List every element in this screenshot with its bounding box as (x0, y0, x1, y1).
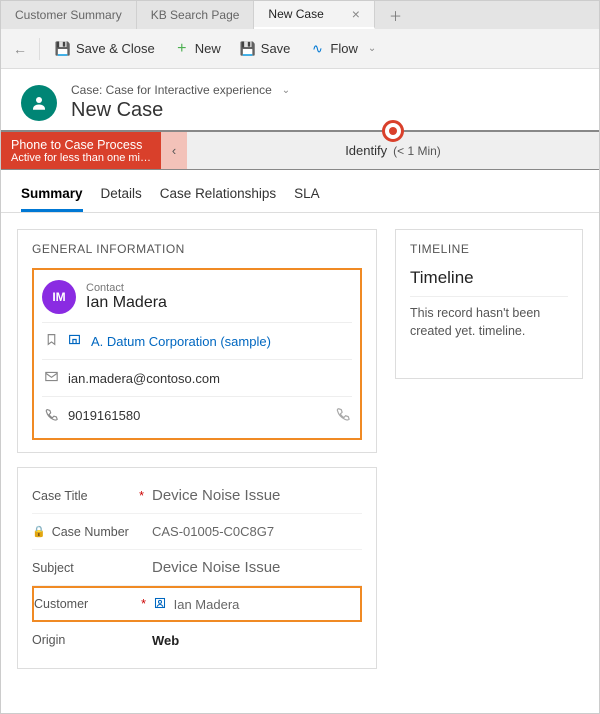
customer-value: Ian Madera (174, 597, 240, 612)
call-icon[interactable] (336, 407, 350, 424)
tab-label: KB Search Page (151, 8, 240, 22)
contact-card-highlight: IM Contact Ian Madera A. Datum Corporati… (32, 268, 362, 440)
contact-name[interactable]: Ian Madera (86, 294, 167, 312)
case-number-row: 🔒 Case Number CAS-01005-C0C8G7 (32, 514, 362, 550)
tab-label: Customer Summary (15, 8, 122, 22)
bookmark-icon (44, 333, 58, 349)
flow-icon: ∿ (310, 42, 324, 56)
case-title-row[interactable]: Case Title * Device Noise Issue (32, 478, 362, 514)
close-icon[interactable]: × (352, 6, 360, 22)
tab-new-case[interactable]: New Case × (254, 1, 375, 29)
origin-value[interactable]: Web (152, 633, 362, 648)
bpf-name-text: Phone to Case Process (11, 138, 151, 152)
bpf-process-name[interactable]: Phone to Case Process Active for less th… (1, 132, 161, 169)
contact-avatar: IM (42, 280, 76, 314)
customer-row-highlight[interactable]: Customer * Ian Madera (32, 586, 362, 622)
field-label: Origin (32, 633, 65, 647)
bpf-duration-text: Active for less than one mi… (11, 152, 151, 164)
button-label: Flow (330, 41, 357, 56)
case-title-value[interactable]: Device Noise Issue (152, 487, 362, 504)
plus-icon: + (175, 42, 189, 56)
person-icon (30, 94, 48, 112)
record-titles: Case: Case for Interactive experience ⌄ … (71, 83, 290, 122)
tab-details[interactable]: Details (101, 180, 142, 212)
email-row[interactable]: ian.madera@contoso.com (42, 359, 352, 396)
session-tab-bar: Customer Summary KB Search Page New Case… (1, 1, 599, 29)
stage-label: Identify (345, 143, 387, 158)
tab-sla[interactable]: SLA (294, 180, 320, 212)
save-close-icon: 💾 (56, 42, 70, 56)
tab-summary[interactable]: Summary (21, 180, 83, 212)
form-content: GENERAL INFORMATION IM Contact Ian Mader… (1, 213, 599, 685)
field-label: Subject (32, 561, 74, 575)
section-title: TIMELINE (410, 242, 568, 256)
add-tab-button[interactable]: ＋ (375, 1, 416, 29)
phone-row[interactable]: 9019161580 (42, 396, 352, 434)
section-title: GENERAL INFORMATION (32, 242, 362, 256)
tab-case-relationships[interactable]: Case Relationships (160, 180, 276, 212)
form-tab-bar: Summary Details Case Relationships SLA (1, 170, 599, 213)
field-label: Customer (34, 597, 88, 611)
separator (39, 38, 40, 60)
field-label: Case Title (32, 489, 88, 503)
case-number-value: CAS-01005-C0C8G7 (152, 524, 362, 539)
plus-icon: ＋ (389, 6, 402, 25)
button-label: Save (261, 41, 291, 56)
save-and-close-button[interactable]: 💾 Save & Close (48, 37, 163, 60)
general-information-panel: GENERAL INFORMATION IM Contact Ian Mader… (17, 229, 377, 453)
record-header: Case: Case for Interactive experience ⌄ … (1, 69, 599, 130)
timeline-empty-message: This record hasn't been created yet. tim… (410, 296, 568, 340)
stage-duration: (< 1 Min) (393, 144, 441, 158)
chevron-left-icon: ‹ (172, 143, 176, 158)
mail-icon (44, 370, 58, 386)
new-button[interactable]: + New (167, 37, 229, 60)
command-bar: ← 💾 Save & Close + New 💾 Save ∿ Flow ⌄ (1, 29, 599, 69)
phone-icon (44, 408, 58, 424)
timeline-header: Timeline (410, 268, 568, 288)
contact-label: Contact (86, 282, 167, 294)
tab-customer-summary[interactable]: Customer Summary (1, 1, 137, 29)
tab-kb-search[interactable]: KB Search Page (137, 1, 255, 29)
back-button[interactable]: ← (9, 41, 31, 57)
stage-indicator-icon (382, 120, 404, 142)
business-process-flow: Phone to Case Process Active for less th… (1, 130, 599, 170)
record-title: New Case (71, 99, 290, 122)
field-label: Case Number (52, 525, 129, 539)
email-value: ian.madera@contoso.com (68, 371, 220, 386)
account-icon (68, 333, 81, 349)
entity-avatar (21, 85, 57, 121)
customer-lookup[interactable]: Ian Madera (154, 597, 360, 612)
chevron-down-icon: ⌄ (282, 85, 290, 96)
case-fields-panel: Case Title * Device Noise Issue 🔒 Case Num… (17, 467, 377, 669)
flow-button[interactable]: ∿ Flow ⌄ (302, 37, 384, 60)
button-label: New (195, 41, 221, 56)
phone-value: 9019161580 (68, 408, 140, 423)
required-indicator: * (139, 489, 152, 503)
button-label: Save & Close (76, 41, 155, 56)
tab-label: New Case (268, 7, 323, 21)
chevron-down-icon: ⌄ (368, 43, 376, 54)
account-row[interactable]: A. Datum Corporation (sample) (42, 322, 352, 359)
lock-icon: 🔒 (32, 525, 46, 538)
breadcrumb[interactable]: Case: Case for Interactive experience ⌄ (71, 83, 290, 97)
save-button[interactable]: 💾 Save (233, 37, 299, 60)
contact-icon (154, 597, 166, 612)
account-link[interactable]: A. Datum Corporation (sample) (91, 334, 271, 349)
origin-row[interactable]: Origin Web (32, 622, 362, 658)
required-indicator: * (141, 597, 154, 611)
contact-header: IM Contact Ian Madera (42, 280, 352, 314)
subject-row[interactable]: Subject Device Noise Issue (32, 550, 362, 586)
save-icon: 💾 (241, 42, 255, 56)
bpf-collapse-button[interactable]: ‹ (161, 132, 187, 169)
subject-value[interactable]: Device Noise Issue (152, 559, 362, 576)
bpf-stage-identify[interactable]: Identify (< 1 Min) (187, 132, 599, 169)
breadcrumb-text: Case: Case for Interactive experience (71, 83, 272, 97)
timeline-panel: TIMELINE Timeline This record hasn't bee… (395, 229, 583, 379)
